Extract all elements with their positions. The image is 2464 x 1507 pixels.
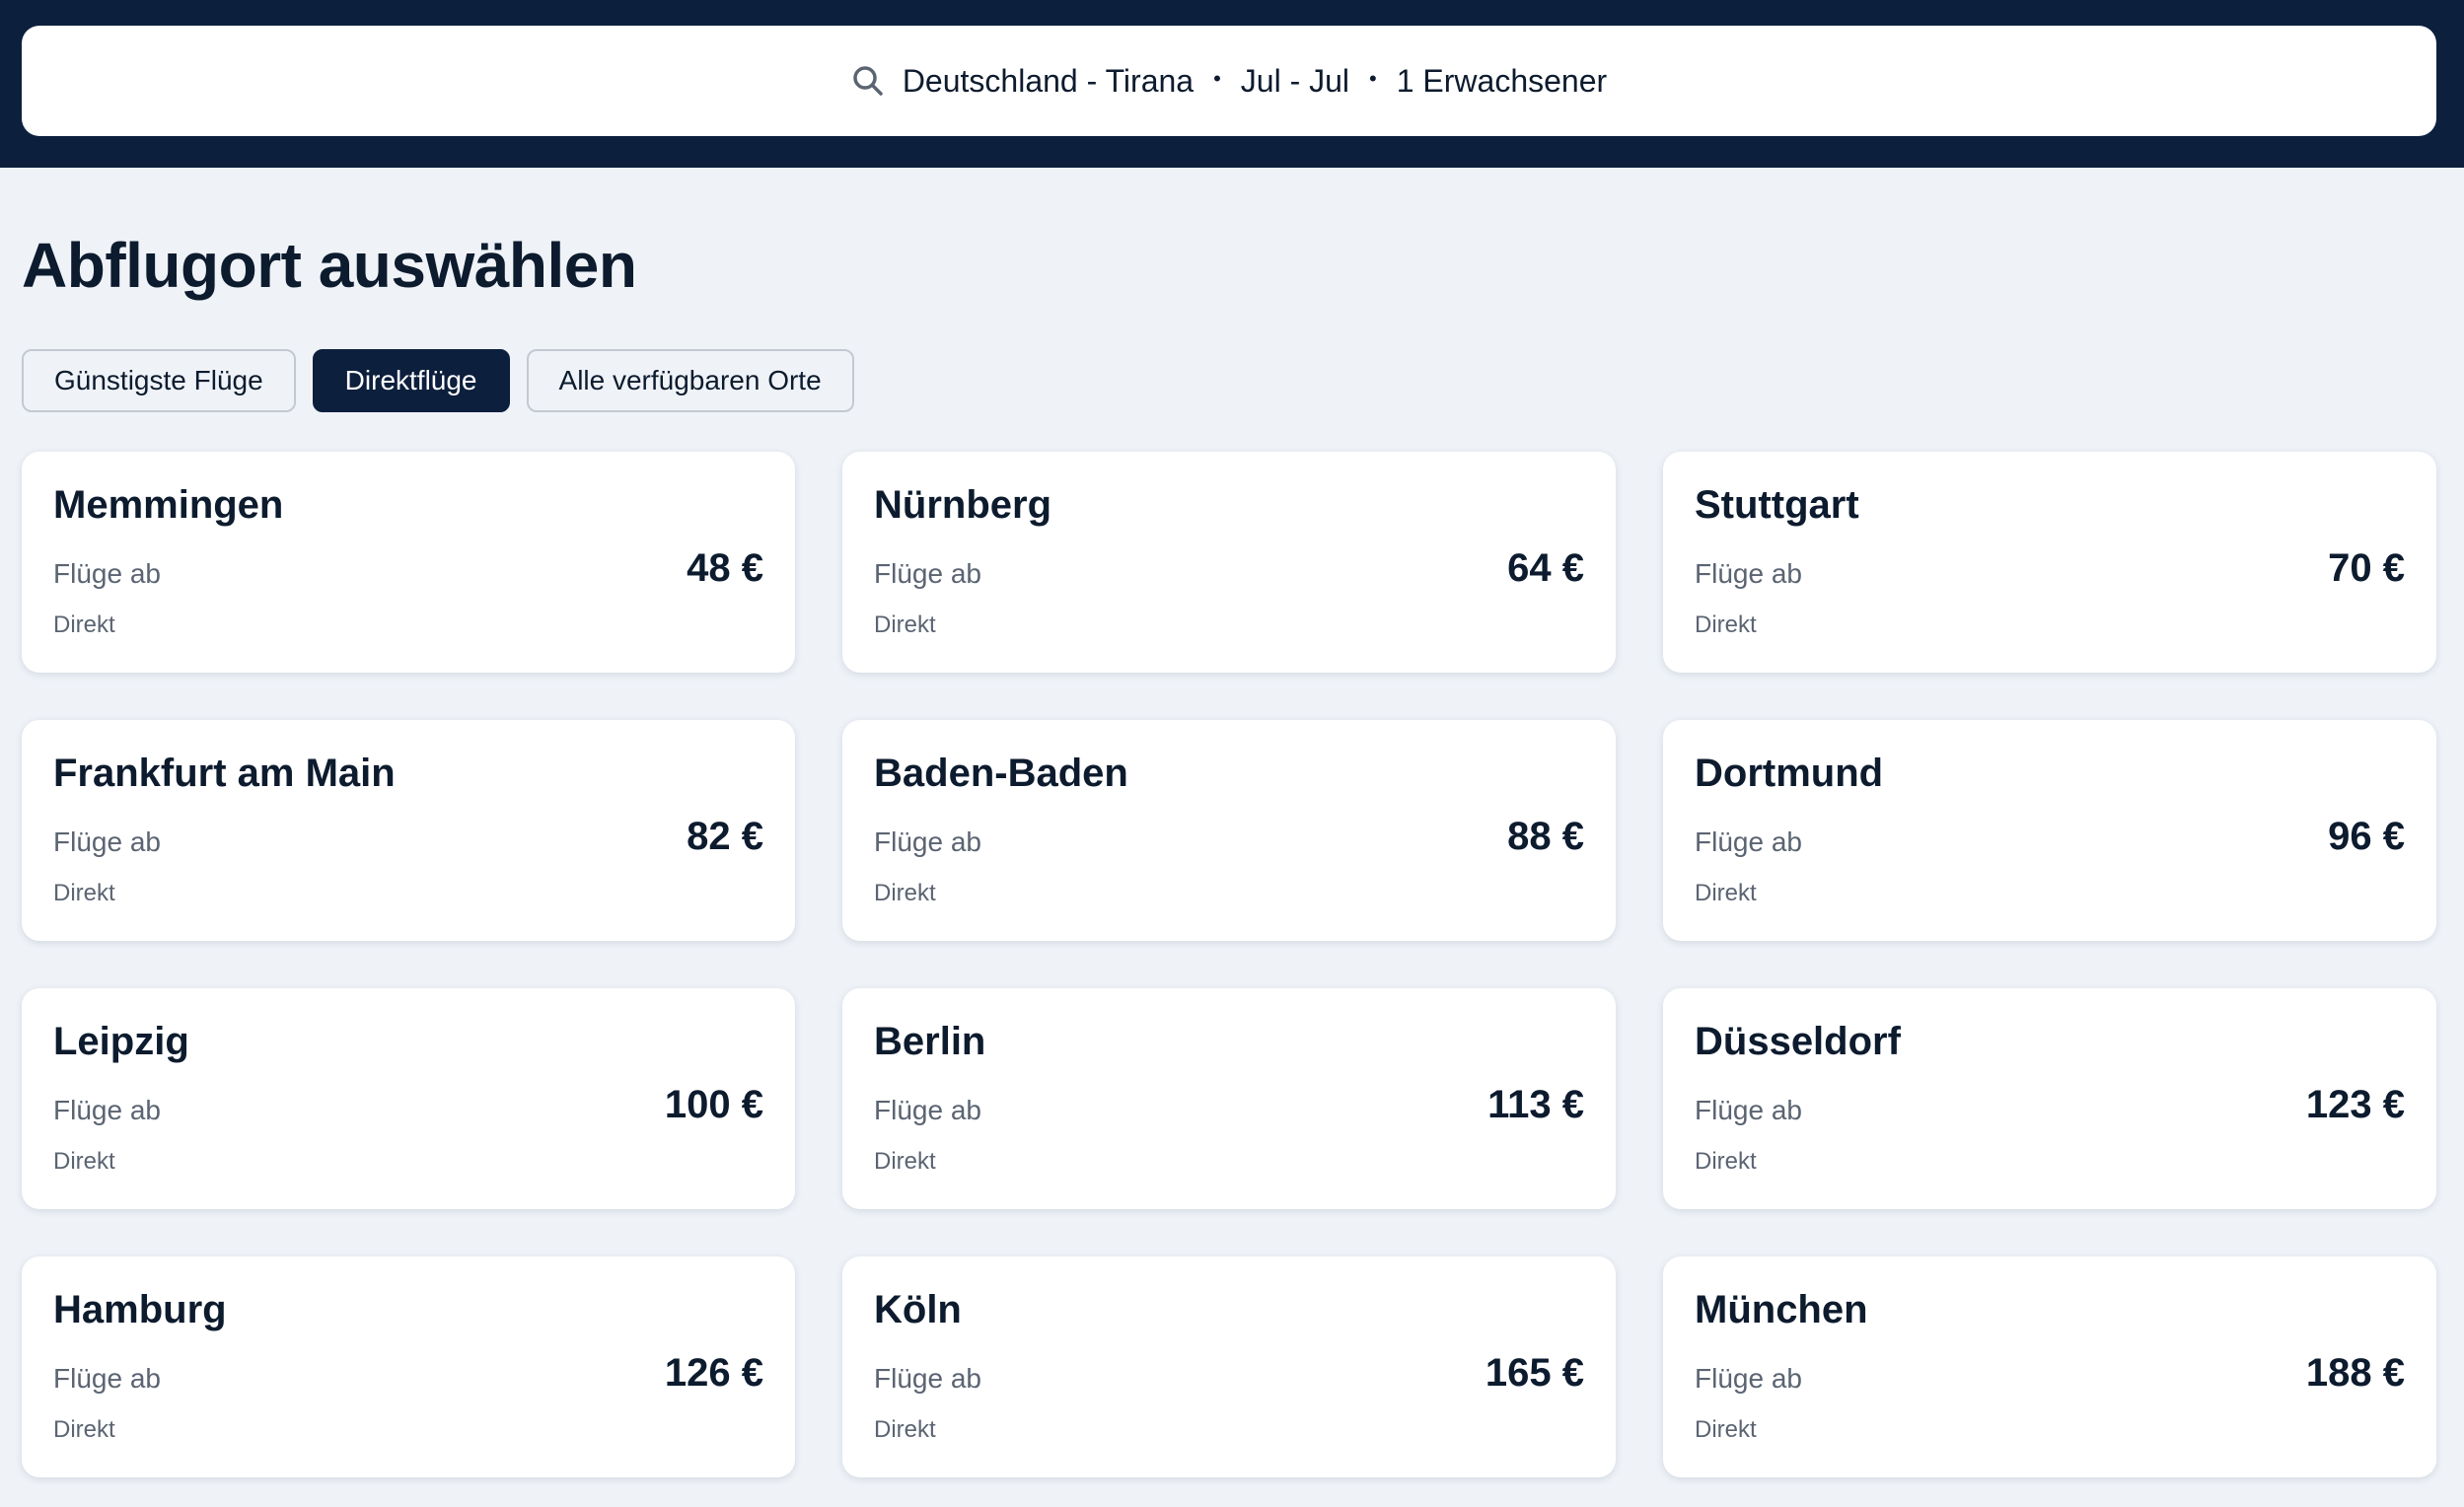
flights-from-label: Flüge ab <box>874 1095 981 1125</box>
top-bar: Deutschland - Tirana • Jul - Jul • 1 Erw… <box>0 0 2464 168</box>
flights-from-label: Flüge ab <box>874 558 981 589</box>
departure-city: Köln <box>874 1288 962 1331</box>
departure-card[interactable]: Nürnberg Flüge ab 64 € Direkt <box>842 452 1616 673</box>
search-dates: Jul - Jul <box>1240 62 1350 99</box>
stops-label: Direkt <box>874 880 936 906</box>
flights-from-label: Flüge ab <box>1695 1095 1802 1125</box>
separator-dot: • <box>1369 66 1377 91</box>
stops-label: Direkt <box>53 1416 115 1443</box>
departure-city: Frankfurt am Main <box>53 752 396 795</box>
flights-from-label: Flüge ab <box>1695 826 1802 857</box>
price: 126 € <box>664 1351 763 1395</box>
flights-from-label: Flüge ab <box>53 826 161 857</box>
price: 188 € <box>2305 1351 2405 1395</box>
departure-card[interactable]: Berlin Flüge ab 113 € Direkt <box>842 988 1616 1209</box>
flights-from-label: Flüge ab <box>874 1363 981 1394</box>
search-summary-bar[interactable]: Deutschland - Tirana • Jul - Jul • 1 Erw… <box>22 26 2436 136</box>
search-travellers: 1 Erwachsener <box>1396 62 1608 99</box>
stops-label: Direkt <box>1695 1416 1757 1443</box>
filter-chips: Günstigste Flüge Direktflüge Alle verfüg… <box>22 349 854 412</box>
separator-dot: • <box>1213 66 1221 91</box>
departure-city: Leipzig <box>53 1020 189 1063</box>
price: 165 € <box>1485 1351 1584 1395</box>
price: 82 € <box>687 815 763 858</box>
departure-card[interactable]: Stuttgart Flüge ab 70 € Direkt <box>1663 452 2436 673</box>
departure-card[interactable]: Dortmund Flüge ab 96 € Direkt <box>1663 720 2436 941</box>
departure-card[interactable]: Köln Flüge ab 165 € Direkt <box>842 1256 1616 1477</box>
price: 64 € <box>1507 546 1584 590</box>
departure-city: Nürnberg <box>874 483 1051 527</box>
price: 123 € <box>2305 1083 2405 1126</box>
price: 48 € <box>687 546 763 590</box>
stops-label: Direkt <box>53 611 115 638</box>
stops-label: Direkt <box>53 880 115 906</box>
search-route: Deutschland - Tirana <box>902 62 1195 99</box>
departure-city: Baden-Baden <box>874 752 1128 795</box>
stops-label: Direkt <box>874 1148 936 1175</box>
departure-city: München <box>1695 1288 1868 1331</box>
stops-label: Direkt <box>874 1416 936 1443</box>
departure-card[interactable]: Hamburg Flüge ab 126 € Direkt <box>22 1256 795 1477</box>
price: 100 € <box>664 1083 763 1126</box>
departure-city: Berlin <box>874 1020 986 1063</box>
flights-from-label: Flüge ab <box>1695 558 1802 589</box>
stops-label: Direkt <box>874 611 936 638</box>
stops-label: Direkt <box>1695 1148 1757 1175</box>
price: 88 € <box>1507 815 1584 858</box>
filter-all-locations[interactable]: Alle verfügbaren Orte <box>526 349 854 412</box>
filter-direct[interactable]: Direktflüge <box>312 349 510 412</box>
departure-city: Hamburg <box>53 1288 227 1331</box>
stops-label: Direkt <box>53 1148 115 1175</box>
departure-results-grid: Memmingen Flüge ab 48 € Direkt Nürnberg Flüge… <box>22 452 2436 1477</box>
stops-label: Direkt <box>1695 880 1757 906</box>
flights-from-label: Flüge ab <box>874 826 981 857</box>
departure-card[interactable]: Memmingen Flüge ab 48 € Direkt <box>22 452 795 673</box>
price: 96 € <box>2328 815 2405 858</box>
flights-from-label: Flüge ab <box>53 1095 161 1125</box>
departure-city: Dortmund <box>1695 752 1884 795</box>
flights-from-label: Flüge ab <box>1695 1363 1802 1394</box>
departure-card[interactable]: Frankfurt am Main Flüge ab 82 € Direkt <box>22 720 795 941</box>
departure-city: Memmingen <box>53 483 284 527</box>
departure-card[interactable]: München Flüge ab 188 € Direkt <box>1663 1256 2436 1477</box>
price: 113 € <box>1487 1083 1584 1126</box>
departure-card[interactable]: Düsseldorf Flüge ab 123 € Direkt <box>1663 988 2436 1209</box>
flights-from-label: Flüge ab <box>53 558 161 589</box>
departure-card[interactable]: Leipzig Flüge ab 100 € Direkt <box>22 988 795 1209</box>
price: 70 € <box>2328 546 2405 590</box>
stops-label: Direkt <box>1695 611 1757 638</box>
departure-city: Stuttgart <box>1695 483 1859 527</box>
flights-from-label: Flüge ab <box>53 1363 161 1394</box>
departure-city: Düsseldorf <box>1695 1020 1901 1063</box>
search-icon <box>851 64 885 98</box>
page-title: Abflugort auswählen <box>22 230 637 301</box>
filter-cheapest[interactable]: Günstigste Flüge <box>22 349 296 412</box>
departure-card[interactable]: Baden-Baden Flüge ab 88 € Direkt <box>842 720 1616 941</box>
